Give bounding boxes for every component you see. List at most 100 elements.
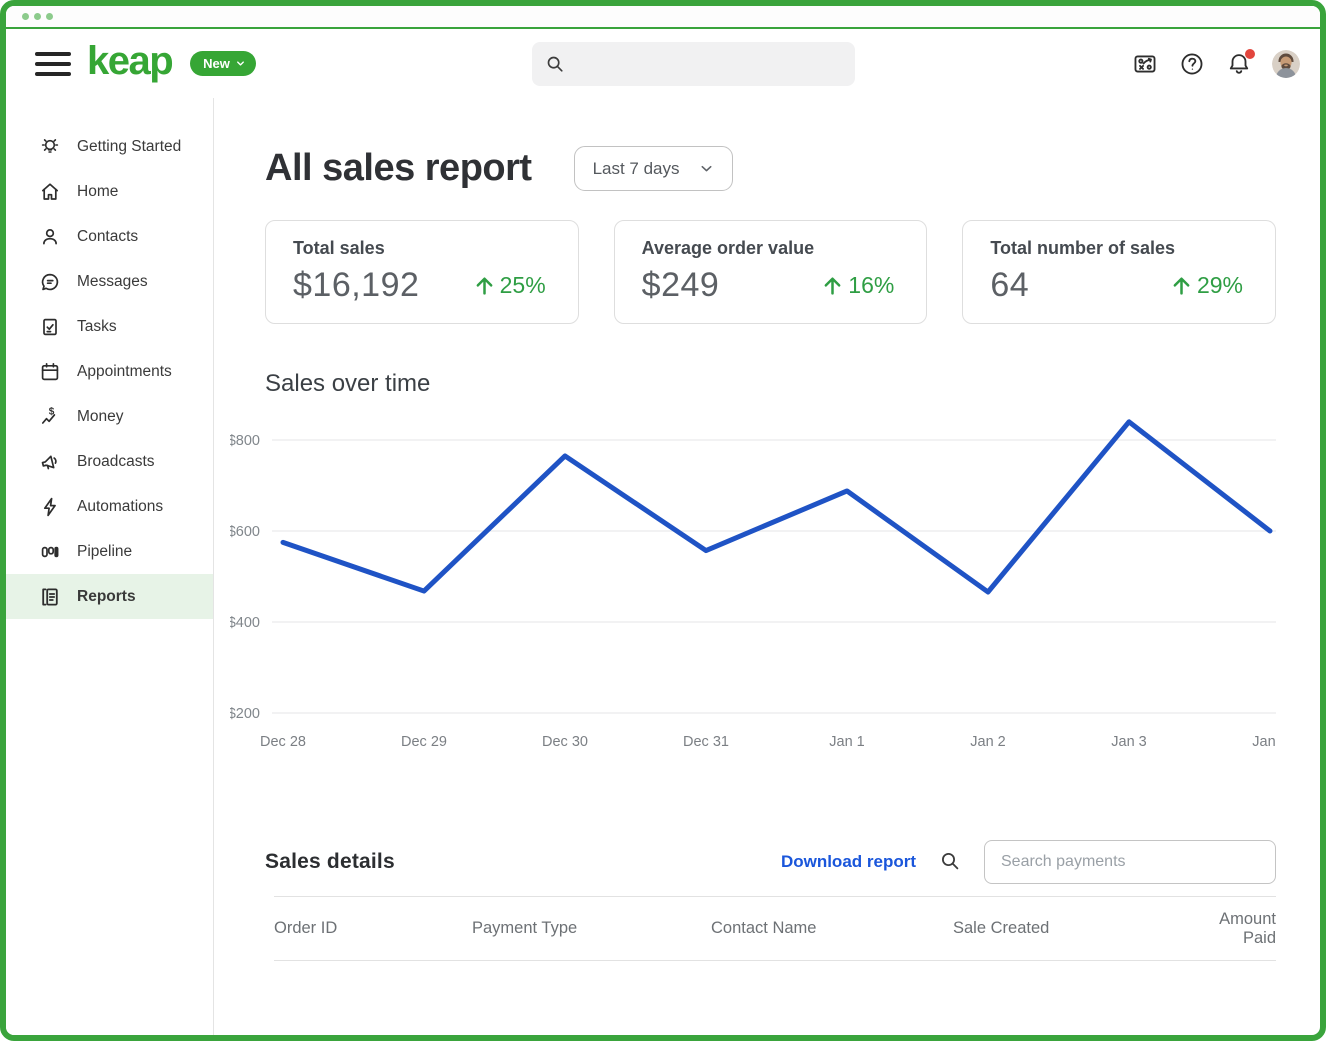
stat-card-label: Total number of sales: [990, 238, 1251, 259]
stat-card-value: $249: [642, 266, 720, 305]
sidebar-item-appointments[interactable]: Appointments: [6, 349, 213, 394]
person-icon: [38, 225, 62, 249]
date-range-dropdown[interactable]: Last 7 days: [574, 146, 733, 191]
arrow-up-icon: [1169, 273, 1194, 298]
stat-card-value: 64: [990, 266, 1029, 305]
calendar-icon: [38, 360, 62, 384]
stat-card-change: 16%: [848, 272, 894, 299]
sidebar-item-pipeline[interactable]: Pipeline: [6, 529, 213, 574]
sidebar-item-label: Tasks: [77, 318, 117, 336]
column-header-amount-paid: Amount Paid: [1185, 910, 1276, 948]
download-report-link[interactable]: Download report: [781, 852, 916, 872]
sidebar-item-money[interactable]: $ Money: [6, 394, 213, 439]
sales-over-time-chart: $200 $400 $600 $800 Dec 28 Dec 29 Dec 30 Dec 31…: [230, 413, 1276, 763]
sales-details-title: Sales details: [265, 850, 395, 874]
sidebar-item-broadcasts[interactable]: Broadcasts: [6, 439, 213, 484]
global-search-bar[interactable]: [532, 42, 855, 86]
table-search-icon[interactable]: [937, 849, 963, 875]
chart-title: Sales over time: [265, 370, 1276, 398]
sidebar-item-home[interactable]: Home: [6, 169, 213, 214]
sidebar-item-messages[interactable]: Messages: [6, 259, 213, 304]
window-control-dot[interactable]: [46, 13, 53, 20]
new-button[interactable]: New: [190, 51, 256, 76]
sales-details-header: Sales details Download report: [265, 840, 1276, 884]
chevron-down-icon: [698, 160, 715, 177]
sidebar-item-reports[interactable]: Reports: [6, 574, 213, 619]
chart-xtick-label: Jan 3: [1111, 734, 1146, 750]
sidebar-item-label: Money: [77, 408, 124, 426]
sidebar-item-tasks[interactable]: Tasks: [6, 304, 213, 349]
sidebar-item-label: Messages: [77, 273, 148, 291]
window-titlebar: [6, 6, 1320, 29]
sidebar-item-label: Home: [77, 183, 118, 201]
sales-details-table: Order ID Payment Type Contact Name Sale …: [265, 896, 1276, 961]
chart-ytick-label: $800: [230, 433, 260, 449]
task-icon: [38, 315, 62, 339]
browser-window: keap New: [0, 0, 1326, 1041]
sidebar-item-automations[interactable]: Automations: [6, 484, 213, 529]
sidebar-item-label: Getting Started: [77, 138, 181, 156]
sidebar: Getting Started Home Contacts Messages T…: [6, 98, 214, 1035]
header-actions: [1131, 50, 1300, 78]
sidebar-item-label: Broadcasts: [77, 453, 155, 471]
pipeline-icon: [38, 540, 62, 564]
keap-logo[interactable]: keap: [87, 41, 172, 87]
search-payments-input[interactable]: [984, 840, 1276, 884]
chart-xtick-label: Dec 29: [401, 734, 447, 750]
notification-badge: [1245, 49, 1255, 59]
chart-xtick-label: Jan 2: [970, 734, 1005, 750]
megaphone-icon: [38, 450, 62, 474]
stat-card-label: Average order value: [642, 238, 903, 259]
window-control-dot[interactable]: [22, 13, 29, 20]
column-header-contact-name: Contact Name: [711, 919, 953, 938]
money-icon: $: [38, 405, 62, 429]
page-title: All sales report: [265, 147, 532, 190]
playbook-icon[interactable]: [1131, 50, 1159, 78]
chat-icon: [38, 270, 62, 294]
sidebar-item-label: Appointments: [77, 363, 172, 381]
search-icon: [544, 53, 566, 75]
stat-card-total-sales: Total sales $16,192 25%: [265, 220, 579, 324]
sidebar-item-label: Pipeline: [77, 543, 132, 561]
column-header-sale-created: Sale Created: [953, 919, 1185, 938]
main-content: All sales report Last 7 days Total sales…: [214, 98, 1320, 1035]
arrow-up-icon: [472, 273, 497, 298]
stat-card-label: Total sales: [293, 238, 554, 259]
chart-xtick-label: Jan 1: [829, 734, 864, 750]
stat-card-change: 25%: [500, 272, 546, 299]
stat-card-average-order-value: Average order value $249 16%: [614, 220, 928, 324]
table-header-row: Order ID Payment Type Contact Name Sale …: [274, 896, 1276, 961]
help-icon[interactable]: [1178, 50, 1206, 78]
sidebar-item-contacts[interactable]: Contacts: [6, 214, 213, 259]
home-icon: [38, 180, 62, 204]
stat-card-change: 29%: [1197, 272, 1243, 299]
app-header: keap New: [6, 29, 1320, 98]
sidebar-item-label: Contacts: [77, 228, 138, 246]
notifications-icon[interactable]: [1225, 50, 1253, 78]
date-range-value: Last 7 days: [593, 159, 680, 179]
chart-xtick-label: Dec 30: [542, 734, 588, 750]
hamburger-menu-icon[interactable]: [35, 51, 71, 77]
lightbulb-icon: [38, 135, 62, 159]
new-button-label: New: [203, 56, 230, 71]
global-search-input[interactable]: [574, 55, 843, 72]
lightning-icon: [38, 495, 62, 519]
arrow-up-icon: [820, 273, 845, 298]
column-header-order-id: Order ID: [274, 919, 472, 938]
chart-line-sales: [283, 422, 1270, 592]
user-avatar[interactable]: [1272, 50, 1300, 78]
report-icon: [38, 585, 62, 609]
sidebar-item-getting-started[interactable]: Getting Started: [6, 124, 213, 169]
chevron-down-icon: [235, 58, 246, 69]
chart-ytick-label: $600: [230, 524, 260, 540]
chart-xtick-label: Dec 31: [683, 734, 729, 750]
column-header-payment-type: Payment Type: [472, 919, 711, 938]
window-control-dot[interactable]: [34, 13, 41, 20]
chart-xtick-label: Jan 4: [1252, 734, 1276, 750]
chart-ytick-label: $200: [230, 706, 260, 722]
stat-card-total-number-of-sales: Total number of sales 64 29%: [962, 220, 1276, 324]
sidebar-item-label: Reports: [77, 588, 136, 606]
chart-xtick-label: Dec 28: [260, 734, 306, 750]
chart-ytick-label: $400: [230, 615, 260, 631]
sidebar-item-label: Automations: [77, 498, 163, 516]
